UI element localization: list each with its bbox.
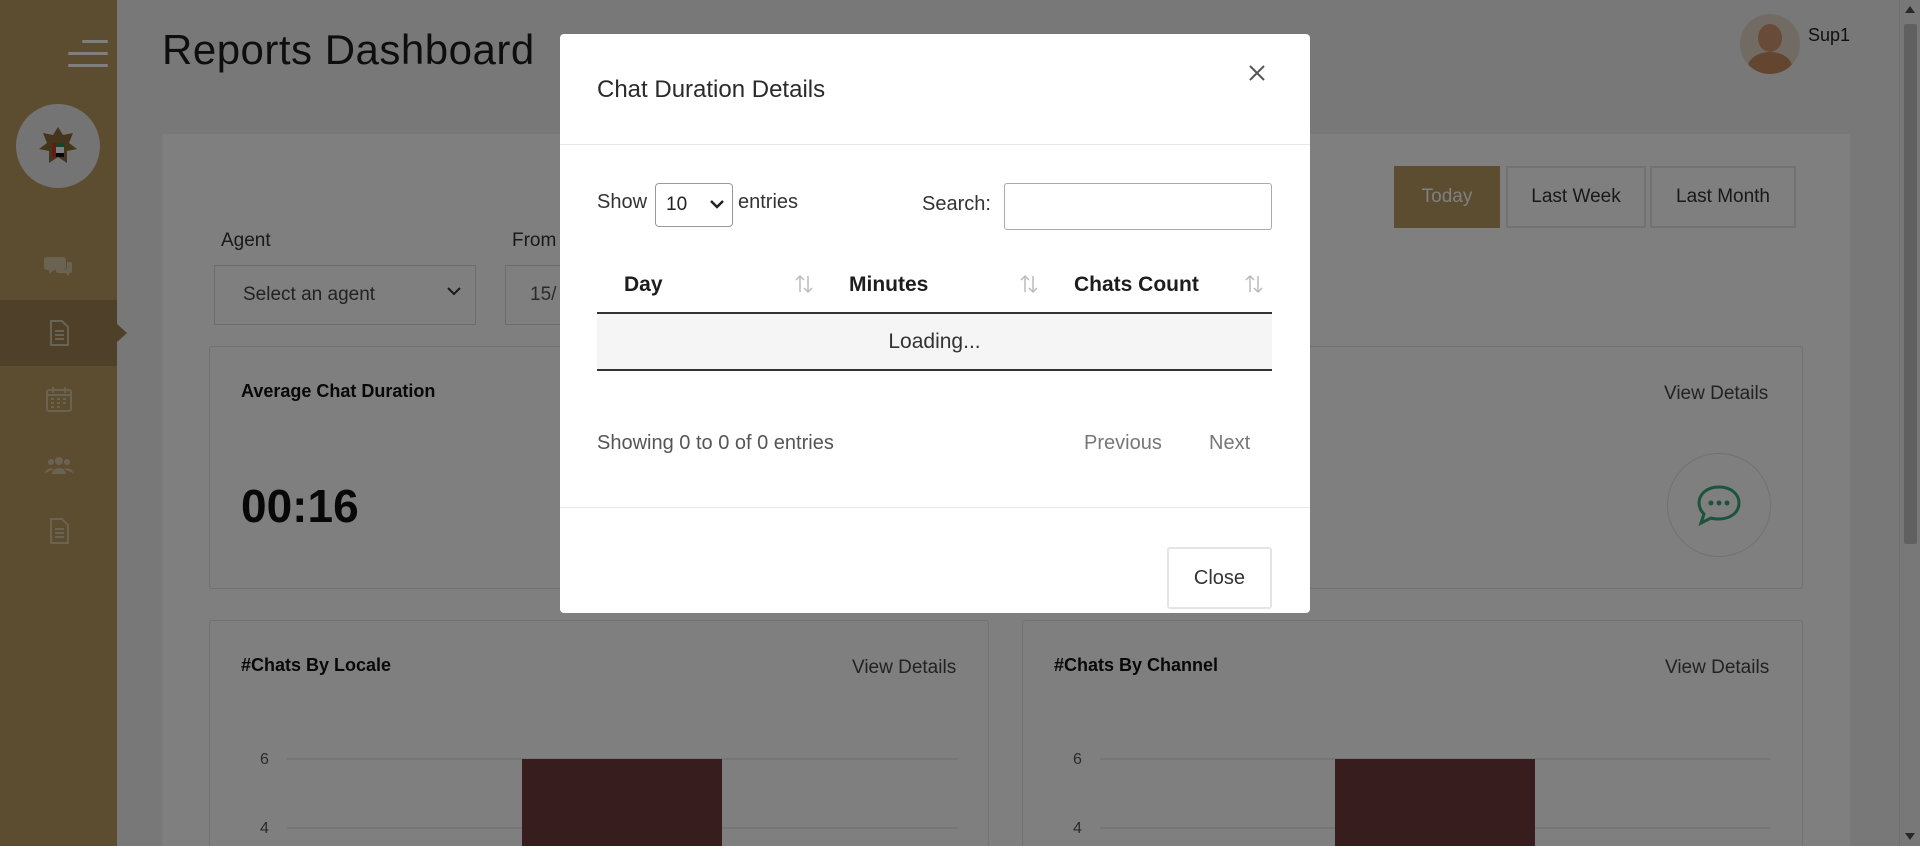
entries-label: entries [738, 191, 799, 213]
entries-per-page-select[interactable]: 10 [655, 183, 733, 227]
close-icon[interactable] [1242, 58, 1272, 88]
chevron-down-icon [710, 200, 724, 209]
entries-select-value: 10 [666, 194, 688, 215]
column-header-day[interactable]: Day [624, 256, 663, 314]
search-label: Search: [922, 193, 991, 215]
sort-icon[interactable] [794, 274, 814, 294]
modal-header: Chat Duration Details [560, 34, 1310, 145]
show-label: Show [597, 191, 648, 213]
modal-footer: Close [560, 507, 1310, 613]
next-page-button[interactable]: Next [1209, 432, 1250, 455]
chat-duration-modal: Chat Duration Details Show 10 entries Se… [560, 34, 1310, 613]
close-button[interactable]: Close [1167, 547, 1272, 609]
table-header-row: Day Minutes Chats Count [597, 256, 1272, 314]
duration-table: Day Minutes Chats Count Loading... [597, 256, 1272, 371]
column-header-chats-count[interactable]: Chats Count [1074, 256, 1199, 314]
sort-icon[interactable] [1019, 274, 1039, 294]
table-info-text: Showing 0 to 0 of 0 entries [597, 432, 834, 454]
previous-page-button[interactable]: Previous [1084, 432, 1162, 455]
column-header-minutes[interactable]: Minutes [849, 256, 928, 314]
modal-title: Chat Duration Details [597, 76, 826, 103]
sort-icon[interactable] [1244, 274, 1264, 294]
search-input[interactable] [1004, 183, 1272, 230]
loading-row: Loading... [597, 314, 1272, 371]
